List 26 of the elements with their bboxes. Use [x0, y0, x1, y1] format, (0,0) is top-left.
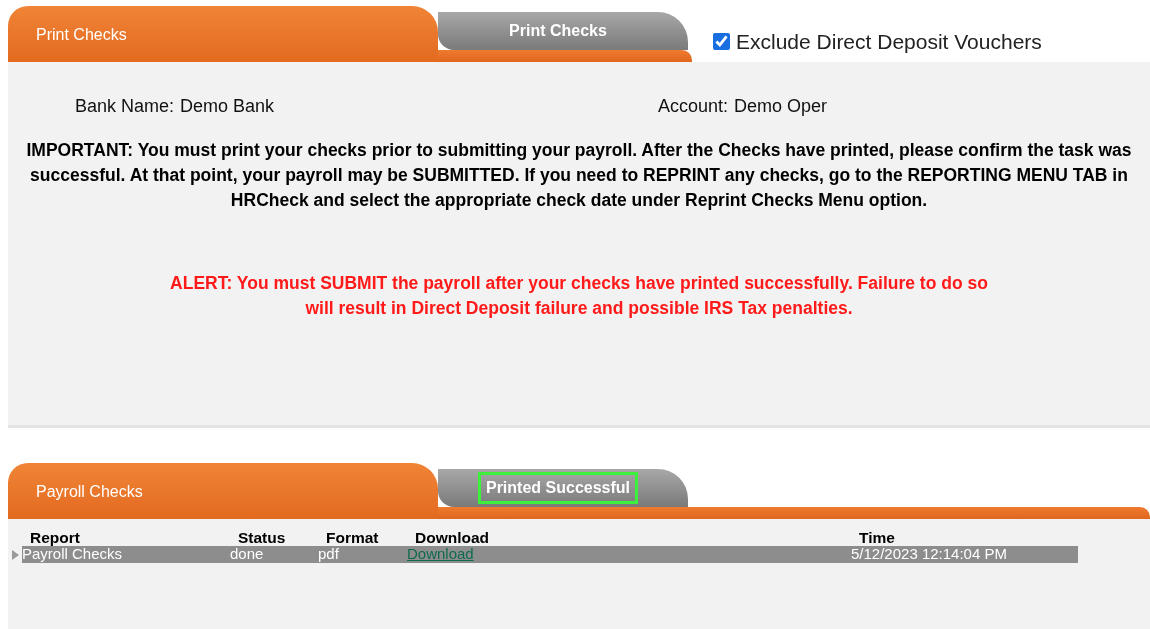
exclude-checkbox[interactable]	[713, 33, 730, 51]
panel-title: Payroll Checks	[36, 481, 143, 502]
download-link[interactable]: Download	[407, 545, 474, 563]
column-header: Status	[238, 529, 286, 546]
tab-label: Print Checks	[508, 21, 608, 41]
table-cell: Payroll Checks	[22, 545, 123, 563]
table-cell: pdf	[318, 545, 339, 563]
table-cell: done	[230, 545, 264, 563]
column-header: Time	[859, 529, 895, 546]
alert-message: ALERT: You must SUBMIT the payroll after your checks have printed successfully. Failure to do so will result in Direct Deposit failure and possible IRS Tax penalties.	[169, 272, 989, 320]
field-value: Demo Bank	[180, 95, 275, 118]
column-header: Format	[326, 529, 379, 546]
important-notice: IMPORTANT: You must print your checks prior to submitting your payroll. After the Checks have printed, please confirm the task was successful. At that point, your payroll may be SUBMITTED. If you need to REPRINT any checks, go to the REPORTING MENU TAB in HRCheck and select the appropriate check date under Reprint Checks Menu option.	[25, 139, 1133, 212]
field-value: Demo Oper	[734, 95, 828, 118]
table-cell: 5/12/2023 12:14:04 PM	[851, 545, 1007, 563]
table-row[interactable]: Payroll Checks done pdf Download 5/12/2023 12:14:04 PM	[22, 546, 1078, 563]
panel-tab[interactable]: Printed Successful	[438, 469, 688, 507]
field-label: Bank Name:	[75, 95, 175, 118]
panel-title: Print Checks	[36, 24, 127, 45]
expand-icon[interactable]	[12, 549, 20, 560]
checkbox-label: Exclude Direct Deposit Vouchers	[736, 29, 1042, 55]
column-header: Report	[30, 529, 80, 546]
tab-label: Printed Successful	[477, 472, 638, 504]
panel-tab[interactable]: Print Checks	[438, 12, 688, 50]
column-header: Download	[415, 529, 490, 546]
field-label: Account:	[658, 95, 729, 118]
